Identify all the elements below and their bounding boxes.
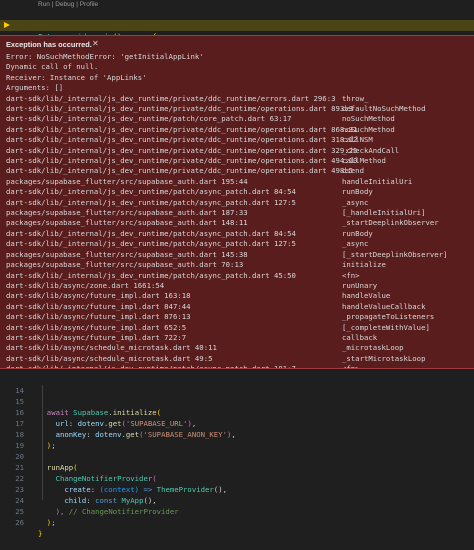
stack-frame-function: noSuchMethod [342,124,395,134]
code-line-24[interactable]: 24 ), // ChangeNotifierProvider [0,484,474,516]
stack-frame-location[interactable]: dart-sdk/lib/_internal/js_dev_runtime/pa… [6,364,357,368]
stack-trace-locations: dart-sdk/lib/_internal/js_dev_runtime/pr… [6,94,357,368]
stack-frame-function: [_handleInitialUri] [342,208,426,218]
stack-frame-location[interactable]: dart-sdk/lib/_internal/js_dev_runtime/pr… [6,135,357,145]
stack-frame-function: initialize [342,260,386,270]
stack-frame-location[interactable]: dart-sdk/lib/_internal/js_dev_runtime/pr… [6,146,357,156]
exception-title: Exception has occurred. [6,40,92,49]
codelens-profile[interactable]: Profile [80,1,98,8]
stack-frame-function: defaultNoSuchMethod [342,104,426,113]
stack-frame-function: handleInitialUri [342,176,413,186]
code-line-18[interactable]: 18 ); [0,418,474,450]
stack-frame-function: <fn> [342,364,360,369]
stack-frame-function: [_startDeeplinkObserver] [342,249,448,259]
exception-widget: Exception has occurred. ✕ Error: NoSuchM… [0,35,474,369]
stack-frame-location[interactable]: dart-sdk/lib/async/schedule_microtask.da… [6,354,357,364]
stack-frame-location[interactable]: dart-sdk/lib/_internal/js_dev_runtime/pr… [6,125,357,135]
code-line-13-current[interactable]: 13 await dotenv.load(); [0,20,474,63]
stack-frame-location[interactable]: dart-sdk/lib/async/future_impl.dart 876:… [6,312,357,322]
stack-frame-function: throw_ [342,93,369,103]
stack-frame-function: handleValueCallback [342,301,426,311]
code-line-14[interactable]: 14 [0,374,474,395]
code-line-16[interactable]: 16 url: dotenv.get('SUPABASE_URL'), [0,396,474,428]
stack-frame-location[interactable]: dart-sdk/lib/async/future_impl.dart 652:… [6,323,357,333]
stack-frame-location[interactable]: dart-sdk/lib/async/zone.dart 1661:54 [6,281,357,291]
stack-frame-location[interactable]: dart-sdk/lib/_internal/js_dev_runtime/pa… [6,239,357,249]
stack-frame-function: <fn> [342,270,360,280]
stack-frame-location[interactable]: packages/supabase_flutter/src/supabase_a… [6,177,357,187]
stack-frame-function: dsend [342,166,364,176]
stack-frame-function: [_completeWithValue] [342,322,430,332]
codelens-run[interactable]: Run [38,1,50,8]
stack-frame-location[interactable]: dart-sdk/lib/async/future_impl.dart 163:… [6,291,357,301]
exception-message: Error: NoSuchMethodError: 'getInitialApp… [6,52,204,93]
stack-frame-function: callback [342,332,378,342]
stack-frame-location[interactable]: dart-sdk/lib/_internal/js_dev_runtime/pa… [6,114,357,124]
stack-frame-location[interactable]: dart-sdk/lib/_internal/js_dev_runtime/pa… [6,198,357,208]
code-line-22[interactable]: 22 create: (context) => ThemeProvider(), [0,462,474,494]
code-line-12[interactable]: 12 Future<void> main() async { [0,9,474,41]
line-code: } [38,529,43,538]
stack-trace-functions: throw_ defaultNoSuchMethod noSuchMethod noS… [342,93,448,369]
stack-frame-location[interactable]: packages/supabase_flutter/src/supabase_a… [6,218,357,228]
stack-frame-function: _propagateToListeners [342,312,435,322]
stack-frame-location[interactable]: packages/supabase_flutter/src/supabase_a… [6,250,357,260]
stack-frame-location[interactable]: dart-sdk/lib/async/schedule_microtask.da… [6,343,357,353]
stack-frame-location[interactable]: dart-sdk/lib/async/future_impl.dart 847:… [6,302,357,312]
stack-frame-location[interactable]: dart-sdk/lib/_internal/js_dev_runtime/pr… [6,166,357,176]
stack-frame-function: runUnary [342,280,378,290]
code-line-19[interactable]: 19 [0,429,474,450]
debug-stop-arrow-icon [4,22,10,28]
stack-frame-function: runBody [342,187,373,197]
stack-frame-function: runBody [342,228,373,238]
close-icon[interactable]: ✕ [92,39,99,48]
code-line-26[interactable]: 26 } [0,506,474,538]
stack-frame-location[interactable]: dart-sdk/lib/_internal/js_dev_runtime/pa… [6,271,357,281]
stack-frame-function: _startMicrotaskLoop [342,353,426,363]
code-line-21[interactable]: 21 ChangeNotifierProvider( [0,451,474,483]
code-line-15[interactable]: 15 await Supabase.initialize( [0,385,474,417]
stack-frame-function: _checkAndCall [342,145,400,155]
stack-frame-function: callNSM [342,135,373,145]
stack-frame-function: _startDeeplinkObserver [342,218,439,228]
stack-frame-function: handleValue [342,291,391,301]
stack-frame-function: noSuchMethod [342,114,395,124]
stack-frame-location[interactable]: dart-sdk/lib/async/future_impl.dart 722:… [6,333,357,343]
stack-frame-function: _async [342,239,369,249]
stack-frame-function: _microtaskLoop [342,343,404,353]
stack-frame-location[interactable]: dart-sdk/lib/_internal/js_dev_runtime/pa… [6,187,357,197]
code-line-17[interactable]: 17 anonKey: dotenv.get('SUPABASE_ANON_KE… [0,407,474,439]
stack-frame-function: callMethod [342,156,386,166]
stack-frame-location[interactable]: dart-sdk/lib/_internal/js_dev_runtime/pr… [6,104,357,114]
stack-frame-location[interactable]: dart-sdk/lib/_internal/js_dev_runtime/pr… [6,156,357,166]
code-line-25[interactable]: 25 ); [0,495,474,527]
codelens: Run | Debug | Profile [38,1,98,8]
codelens-debug[interactable]: Debug [55,1,74,8]
code-line-23[interactable]: 23 child: const MyApp(), [0,473,474,505]
stack-frame-location[interactable]: packages/supabase_flutter/src/supabase_a… [6,208,357,218]
stack-frame-function: _async [342,197,369,207]
stack-frame-location[interactable]: dart-sdk/lib/_internal/js_dev_runtime/pr… [6,94,357,104]
code-line-20[interactable]: 20 runApp( [0,440,474,472]
stack-frame-location[interactable]: packages/supabase_flutter/src/supabase_a… [6,260,357,270]
stack-frame-location[interactable]: dart-sdk/lib/_internal/js_dev_runtime/pa… [6,229,357,239]
